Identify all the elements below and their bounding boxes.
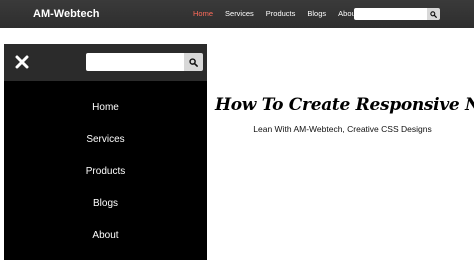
- hero-subtitle: Lean With AM-Webtech, Creative CSS Desig…: [253, 124, 432, 134]
- hero-title: How To Create Responsive NavBar: [215, 95, 474, 115]
- mobile-search-input[interactable]: [86, 53, 184, 71]
- mobile-nav-about[interactable]: About: [4, 220, 207, 252]
- mobile-menu-header: [4, 44, 207, 81]
- mobile-nav-home[interactable]: Home: [4, 92, 207, 124]
- mobile-search-button[interactable]: [184, 53, 203, 71]
- top-search-input[interactable]: [354, 8, 427, 20]
- page: AM-Webtech Home Services Products Blogs …: [0, 0, 474, 266]
- nav-link-home[interactable]: Home: [193, 9, 213, 19]
- nav-link-blogs[interactable]: Blogs: [307, 9, 326, 19]
- mobile-nav-blogs[interactable]: Blogs: [4, 188, 207, 220]
- top-navbar: AM-Webtech Home Services Products Blogs …: [0, 0, 474, 28]
- mobile-menu-panel: Home Services Products Blogs About: [4, 44, 207, 260]
- top-nav-links: Home Services Products Blogs About: [193, 9, 358, 19]
- mobile-nav-products[interactable]: Products: [4, 156, 207, 188]
- nav-link-services[interactable]: Services: [225, 9, 254, 19]
- close-icon[interactable]: [15, 55, 29, 69]
- mobile-search-box: [86, 53, 203, 71]
- nav-link-products[interactable]: Products: [266, 9, 296, 19]
- top-search-box: [354, 8, 440, 20]
- search-icon: [189, 57, 198, 67]
- search-icon: [430, 10, 437, 18]
- mobile-nav-services[interactable]: Services: [4, 124, 207, 156]
- brand-logo[interactable]: AM-Webtech: [33, 7, 99, 21]
- mobile-nav-links: Home Services Products Blogs About: [4, 92, 207, 252]
- top-search-button[interactable]: [427, 8, 440, 20]
